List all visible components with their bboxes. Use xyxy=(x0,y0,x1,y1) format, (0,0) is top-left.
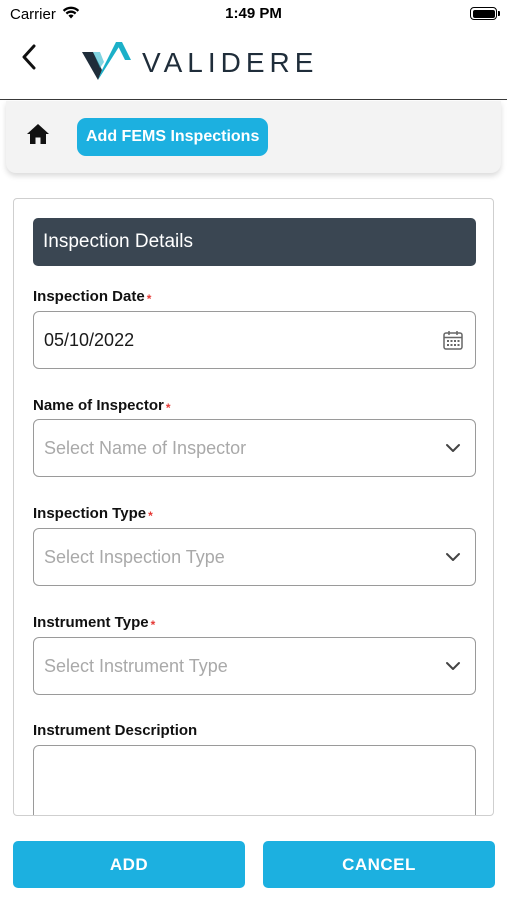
nav-bar: VALIDERE xyxy=(0,30,507,100)
inspector-name-label: Name of Inspector * xyxy=(33,397,171,415)
battery-icon xyxy=(470,7,500,20)
inspection-type-select[interactable]: Select Inspection Type xyxy=(33,528,476,586)
inspection-date-label-text: Inspection Date xyxy=(33,288,145,305)
section-header: Inspection Details xyxy=(33,218,476,266)
inspection-date-label: Inspection Date * xyxy=(33,288,152,306)
breadcrumb-current-page[interactable]: Add FEMS Inspections xyxy=(77,118,269,156)
chevron-down-icon xyxy=(441,654,465,678)
chevron-left-icon xyxy=(21,44,37,75)
back-button[interactable] xyxy=(14,44,44,74)
home-icon xyxy=(26,124,50,149)
inspector-name-placeholder: Select Name of Inspector xyxy=(44,437,247,458)
inspection-form: Inspection Details Inspection Date * 05/1… xyxy=(13,198,494,816)
inspection-type-placeholder: Select Inspection Type xyxy=(44,546,225,567)
brand-name: VALIDERE xyxy=(142,46,319,78)
chevron-down-icon xyxy=(441,436,465,460)
chevron-down-icon xyxy=(441,545,465,569)
inspection-date-value: 05/10/2022 xyxy=(44,329,135,350)
validere-logo-icon xyxy=(80,38,132,87)
status-bar: Carrier 1:49 PM xyxy=(0,0,507,30)
instrument-description-label: Instrument Description xyxy=(33,722,198,739)
instrument-type-label-text: Instrument Type xyxy=(33,614,149,631)
calendar-icon[interactable] xyxy=(441,328,465,352)
instrument-description-input[interactable] xyxy=(33,745,476,815)
required-marker: * xyxy=(150,618,156,632)
breadcrumb: Add FEMS Inspections xyxy=(6,101,501,173)
required-marker: * xyxy=(148,509,153,523)
instrument-type-select[interactable]: Select Instrument Type xyxy=(33,637,476,695)
home-button[interactable] xyxy=(26,123,52,149)
add-button[interactable]: ADD xyxy=(13,841,245,888)
required-marker: * xyxy=(146,292,152,306)
inspection-date-field[interactable]: 05/10/2022 xyxy=(33,311,476,369)
status-time: 1:49 PM xyxy=(225,5,282,22)
inspection-type-label: Inspection Type * xyxy=(33,505,153,523)
instrument-type-label: Instrument Type * xyxy=(33,614,156,632)
brand-logo: VALIDERE xyxy=(80,38,318,87)
instrument-type-placeholder: Select Instrument Type xyxy=(44,655,228,676)
inspector-name-select[interactable]: Select Name of Inspector xyxy=(33,419,476,477)
cancel-button[interactable]: CANCEL xyxy=(263,841,495,888)
required-marker: * xyxy=(165,401,171,415)
inspector-name-label-text: Name of Inspector xyxy=(33,397,164,414)
inspection-type-label-text: Inspection Type xyxy=(33,505,147,522)
